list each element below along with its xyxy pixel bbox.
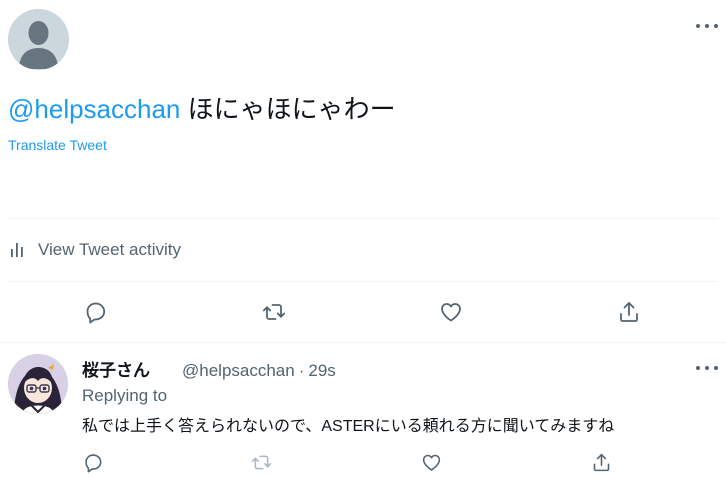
anime-avatar-icon: [8, 354, 68, 414]
like-button[interactable]: [438, 299, 464, 325]
reply-retweet-button[interactable]: [248, 449, 274, 475]
activity-label: View Tweet activity: [38, 240, 181, 259]
view-tweet-activity-link[interactable]: View Tweet activity: [8, 238, 181, 262]
tweet-detail-page: @helpsacchan ほにゃほにゃわー Translate Tweet Vi…: [0, 0, 726, 477]
reply-more-options-button[interactable]: [696, 361, 718, 375]
more-dot: [705, 24, 709, 28]
more-options-icon: [696, 366, 700, 370]
reply-timestamp[interactable]: 29s: [308, 361, 335, 381]
tweet-text: @helpsacchan ほにゃほにゃわー: [8, 92, 396, 126]
reply-icon: [84, 453, 101, 472]
tweet-body: ほにゃほにゃわー: [180, 94, 396, 124]
share-icon: [620, 302, 638, 322]
retweet-icon: [251, 455, 271, 469]
reply-icon: [86, 302, 106, 324]
more-options-button[interactable]: [696, 19, 718, 33]
reply-author-avatar[interactable]: [8, 354, 68, 414]
reply-share-button[interactable]: [588, 449, 614, 475]
reply-handle[interactable]: @helpsacchan: [182, 361, 295, 381]
reply-like-button[interactable]: [418, 449, 444, 475]
reply-button[interactable]: [83, 299, 109, 325]
reply-text: 私では上手く答えられないので、ASTERにいる頼れる方に聞いてみますね: [82, 418, 615, 435]
more-options-icon: [696, 24, 700, 28]
more-dot: [714, 366, 718, 370]
reply-separator: ·: [298, 361, 305, 380]
tweet-mention-link[interactable]: @helpsacchan: [8, 94, 180, 124]
reply-header: 桜子さん @helpsacchan · 29s: [82, 356, 336, 380]
retweet-button[interactable]: [261, 299, 287, 325]
divider: [0, 342, 726, 343]
analytics-icon: [11, 243, 23, 257]
translate-tweet-link[interactable]: Translate Tweet: [8, 137, 107, 153]
retweet-icon: [262, 304, 286, 320]
share-button[interactable]: [616, 299, 642, 325]
share-icon: [593, 453, 609, 471]
more-dot: [705, 366, 709, 370]
divider: [8, 281, 718, 282]
reply-display-name[interactable]: 桜子さん: [82, 356, 150, 381]
like-icon: [422, 454, 440, 471]
reply-reply-button[interactable]: [80, 449, 106, 475]
divider: [8, 218, 718, 219]
replying-to-label: Replying to: [82, 386, 168, 405]
author-avatar[interactable]: [8, 9, 69, 70]
more-dot: [714, 24, 718, 28]
default-avatar-icon: [8, 9, 69, 70]
like-icon: [441, 303, 461, 322]
